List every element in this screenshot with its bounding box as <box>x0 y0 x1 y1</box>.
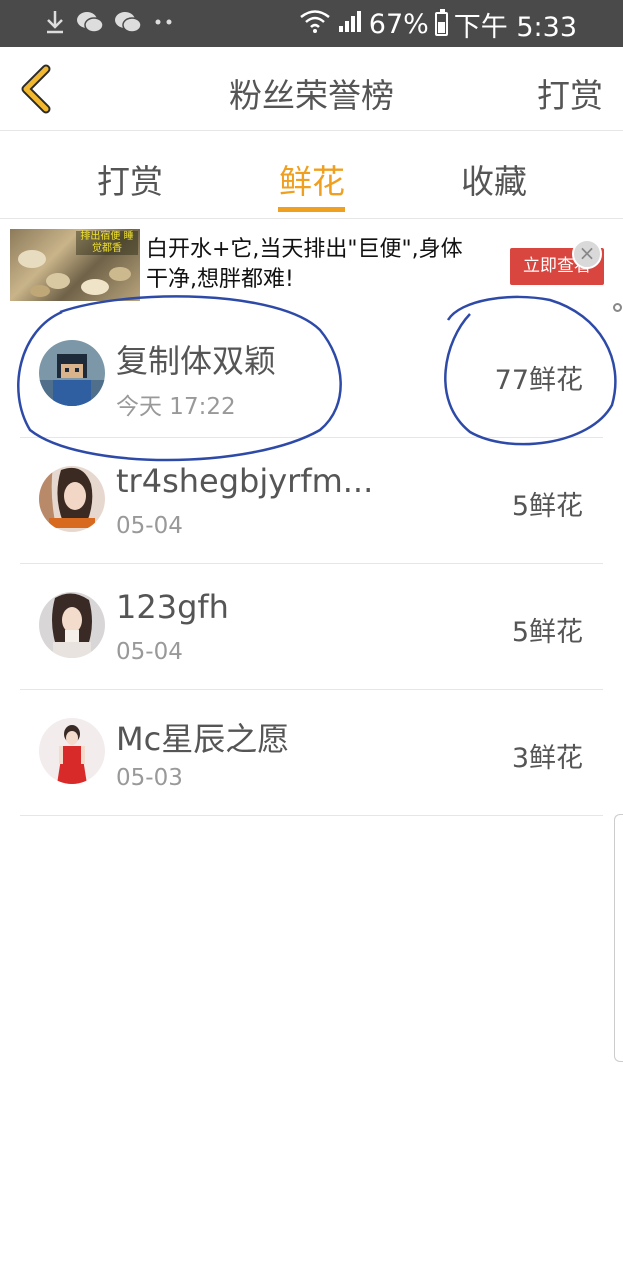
user-name: Mc星辰之愿 <box>116 720 290 758</box>
tab-bar: 打赏 鲜花 收藏 <box>0 131 623 219</box>
tab-reward[interactable]: 打赏 <box>70 155 190 203</box>
timestamp: 05-04 <box>116 513 183 539</box>
user-name: 复制体双颖 <box>116 342 277 380</box>
wechat-icon <box>76 9 104 39</box>
timestamp: 05-04 <box>116 639 183 665</box>
battery-percent: 67% <box>368 8 429 40</box>
avatar <box>39 592 105 658</box>
indicator-dot <box>613 303 622 312</box>
list-item[interactable]: 复制体双颖 今天 17:22 77鲜花 <box>0 312 623 438</box>
flower-count: 5鲜花 <box>511 617 583 648</box>
active-tab-indicator <box>278 207 345 212</box>
avatar <box>39 466 105 532</box>
avatar <box>39 718 105 784</box>
user-name: tr4shegbjyrfm... <box>116 462 374 500</box>
top-bar: 粉丝荣誉榜 打赏 <box>0 47 623 131</box>
wechat-icon <box>114 9 142 39</box>
signal-icon <box>337 8 363 41</box>
edge-panel-handle[interactable] <box>614 814 623 1062</box>
divider <box>20 815 603 816</box>
reward-link[interactable]: 打赏 <box>537 69 603 117</box>
page-title: 粉丝荣誉榜 <box>229 76 394 115</box>
list-item[interactable]: Mc星辰之愿 05-03 3鲜花 <box>0 690 623 816</box>
flower-count: 77鲜花 <box>494 365 583 396</box>
timestamp: 05-03 <box>116 765 183 791</box>
ad-thumbnail: 排出宿便 睡觉都香 <box>10 229 140 301</box>
timestamp: 今天 17:22 <box>116 394 236 420</box>
ad-thumb-text: 排出宿便 睡觉都香 <box>76 231 138 255</box>
fan-list: 复制体双颖 今天 17:22 77鲜花 tr4shegbjyrfm... 05-… <box>0 312 623 816</box>
clock: 下午 5:33 <box>453 11 577 43</box>
close-icon[interactable]: × <box>572 239 602 269</box>
list-item[interactable]: tr4shegbjyrfm... 05-04 5鲜花 <box>0 438 623 564</box>
ad-text: 白开水+它,当天排出"巨便",身体干净,想胖都难! <box>146 237 463 292</box>
flower-count: 3鲜花 <box>511 743 583 774</box>
user-name: 123gfh <box>116 588 229 626</box>
wifi-icon <box>299 8 331 41</box>
battery-icon <box>434 9 448 36</box>
more-dots-icon <box>152 9 176 39</box>
tab-favorites[interactable]: 收藏 <box>434 155 554 203</box>
download-icon <box>44 9 66 39</box>
notification-icons <box>44 9 176 39</box>
system-status: 67% 下午 5:33 <box>299 8 577 43</box>
avatar <box>39 340 105 406</box>
ad-banner[interactable]: 排出宿便 睡觉都香 白开水+它,当天排出"巨便",身体干净,想胖都难! 立即查看… <box>10 229 616 303</box>
tab-flowers[interactable]: 鲜花 <box>252 155 372 203</box>
status-bar: 67% 下午 5:33 <box>0 0 623 47</box>
flower-count: 5鲜花 <box>511 491 583 522</box>
list-item[interactable]: 123gfh 05-04 5鲜花 <box>0 564 623 690</box>
